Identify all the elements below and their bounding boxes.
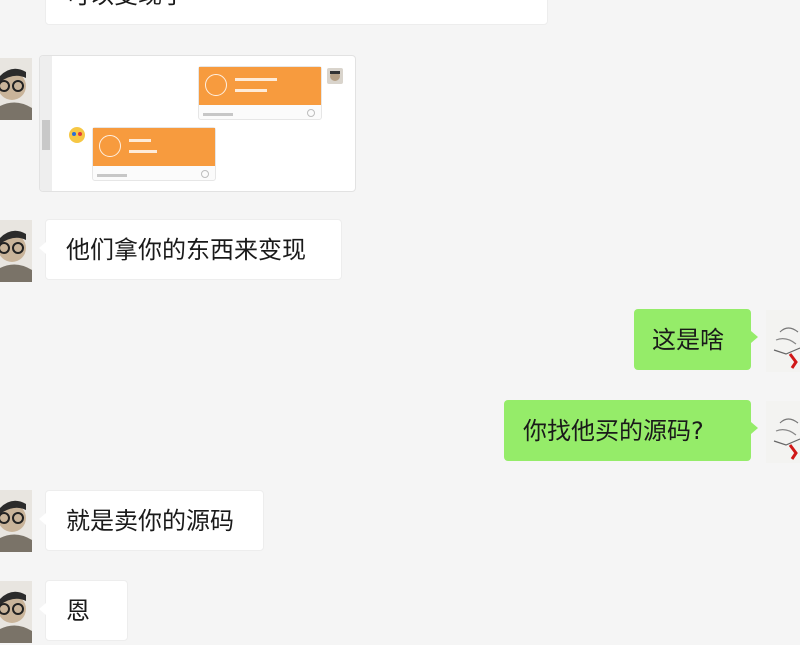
message-text: 他们拿你的东西来变现 <box>66 235 306 264</box>
contact-avatar[interactable] <box>0 490 32 552</box>
message-text: 你找他买的源码? <box>523 416 704 445</box>
message-text: 就是卖你的源码 <box>66 506 234 535</box>
message-bubble-sent[interactable]: 你找他买的源码? <box>504 400 758 461</box>
screenshot-sidebar <box>40 56 52 191</box>
check-circle-icon <box>99 135 121 157</box>
message-text: 恩 <box>66 596 90 625</box>
transfer-card <box>198 66 322 120</box>
self-avatar[interactable] <box>766 310 800 372</box>
message-text: 这是啥 <box>652 325 724 354</box>
message-text: 可以变现了 <box>66 0 186 10</box>
transfer-icon <box>205 74 227 96</box>
contact-avatar[interactable] <box>0 220 32 282</box>
message-bubble-received[interactable]: 可以变现了 <box>45 0 548 25</box>
contact-avatar[interactable] <box>0 581 32 643</box>
contact-avatar[interactable] <box>0 58 32 120</box>
message-bubble-received[interactable]: 就是卖你的源码 <box>39 490 264 551</box>
message-bubble-sent[interactable]: 这是啥 <box>634 309 758 370</box>
self-avatar-mini <box>327 68 343 84</box>
message-image[interactable] <box>39 55 356 192</box>
message-bubble-received[interactable]: 他们拿你的东西来变现 <box>39 219 342 280</box>
contact-avatar-mini <box>68 126 86 144</box>
message-bubble-received[interactable]: 恩 <box>39 580 128 641</box>
transfer-card <box>92 127 216 181</box>
self-avatar[interactable] <box>766 401 800 463</box>
